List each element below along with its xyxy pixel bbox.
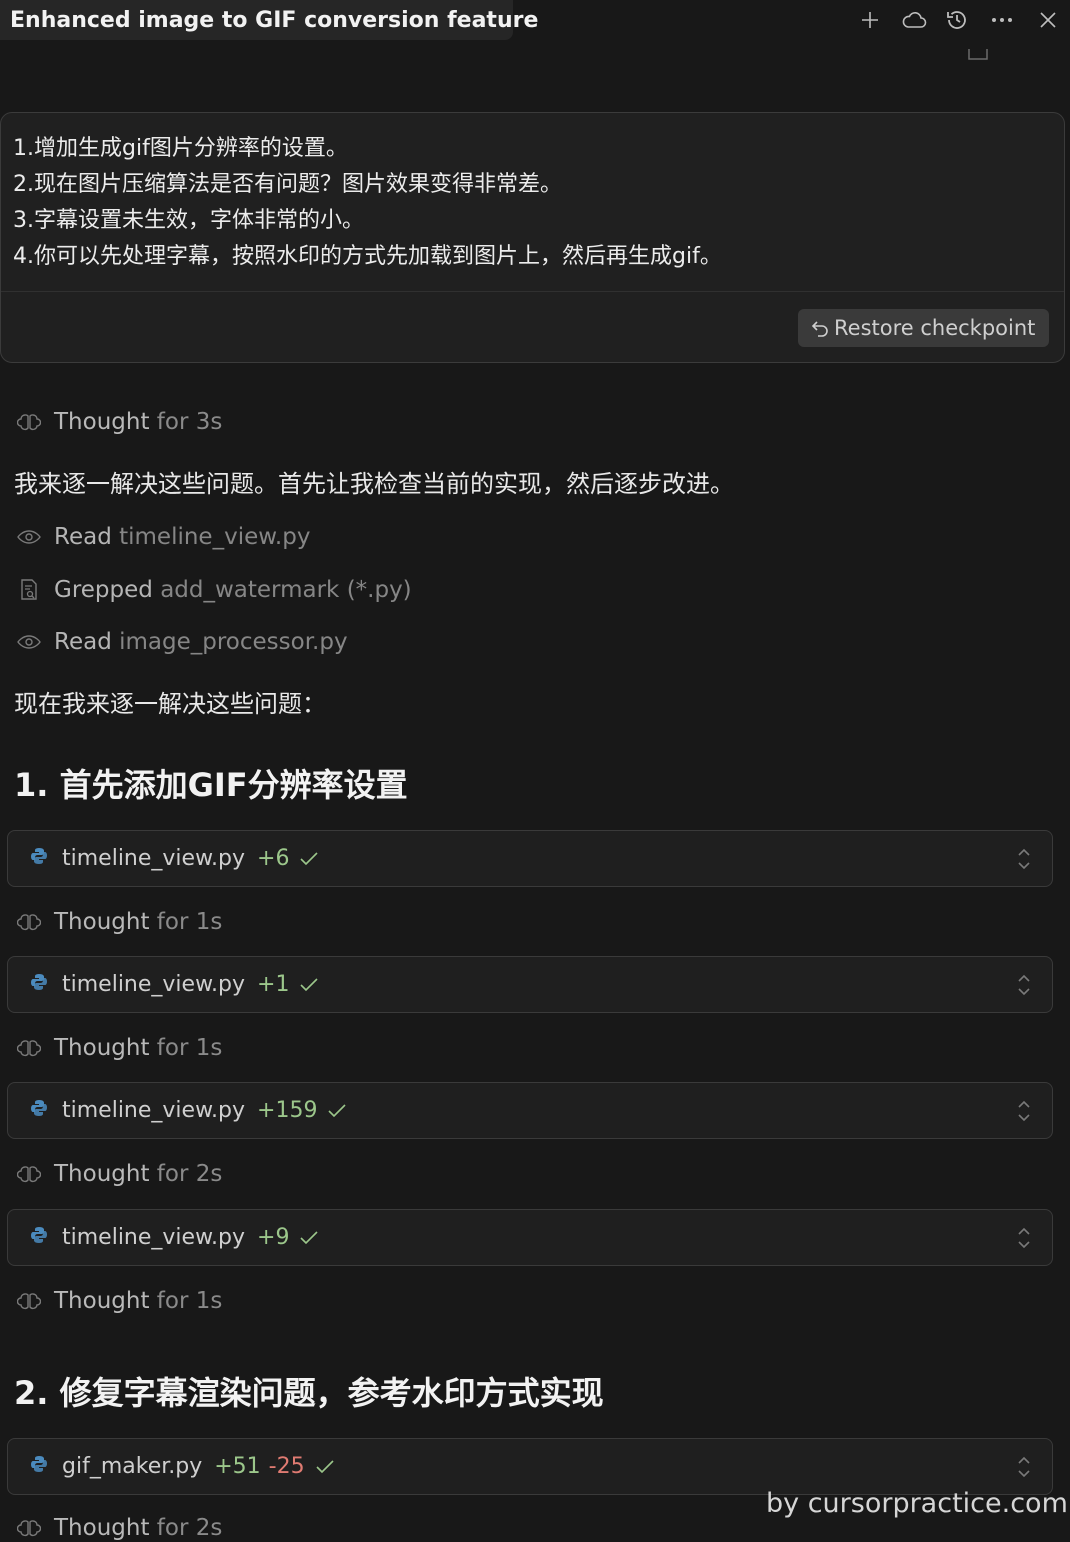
history-icon[interactable] [941,4,973,36]
chat-tab-title[interactable]: Enhanced image to GIF conversion feature [0,0,538,40]
plus-icon[interactable] [854,4,886,36]
divider [1,291,1064,292]
expand-icon[interactable] [1014,846,1034,872]
check-icon [327,1103,347,1119]
thought-duration: for 1s [156,1288,223,1314]
thought-label: Thought [54,1515,150,1541]
file-name: timeline_view.py [62,1098,246,1123]
assistant-text: 我来逐一解决这些问题。首先让我检查当前的实现，然后逐步改进。 [14,470,734,498]
thought-item[interactable]: Thought for 1s [14,1034,222,1062]
python-file-icon [30,972,48,997]
thought-duration: for 1s [156,909,223,935]
tool-call-read[interactable]: Read timeline_view.py [14,523,310,551]
thought-label: Thought [54,409,150,435]
brain-icon [14,908,44,936]
thought-duration: for 1s [156,1035,223,1061]
brain-icon [14,1514,44,1542]
undo-icon [811,321,828,337]
cloud-icon[interactable] [898,4,930,36]
tool-call-read[interactable]: Read image_processor.py [14,628,348,656]
check-icon [299,1230,319,1246]
expand-icon[interactable] [1014,1098,1034,1124]
more-icon[interactable] [986,4,1018,36]
user-message-line: 1.增加生成gif图片分辨率的设置。 [13,136,348,161]
thought-item[interactable]: Thought for 3s [14,408,222,436]
thought-item[interactable]: Thought for 2s [14,1160,222,1188]
file-edit-card[interactable]: timeline_view.py +6 [7,830,1053,887]
file-name: timeline_view.py [62,972,246,997]
restore-checkpoint-button[interactable]: Restore checkpoint [798,309,1049,347]
thought-duration: for 3s [156,409,223,435]
watermark: by cursorpractice.com [766,1488,1068,1519]
user-message-line: 4.你可以先处理字幕，按照水印的方式先加载到图片上，然后再生成gif。 [13,244,722,269]
lines-added: +51 [214,1454,261,1479]
eye-icon [14,628,44,656]
title-bar: Enhanced image to GIF conversion feature [0,0,1070,42]
lines-removed: -25 [268,1454,305,1479]
python-file-icon [30,1098,48,1123]
file-name: timeline_view.py [62,846,246,871]
thought-duration: for 2s [156,1161,223,1187]
user-message-line: 2.现在图片压缩算法是否有问题？图片效果变得非常差。 [13,172,562,197]
python-file-icon [30,1225,48,1250]
tool-target: add_watermark (*.py) [160,577,412,603]
python-file-icon [30,1454,48,1479]
grep-icon [14,576,44,604]
assistant-text: 现在我来逐一解决这些问题： [14,690,326,718]
user-message-line: 3.字幕设置未生效，字体非常的小。 [13,208,364,233]
expand-icon[interactable] [1014,1225,1034,1251]
thought-duration: for 2s [156,1515,223,1541]
expand-icon[interactable] [1014,972,1034,998]
brain-icon [14,1034,44,1062]
tool-target: image_processor.py [119,629,348,655]
tool-call-grep[interactable]: Grepped add_watermark (*.py) [14,576,412,604]
tool-action: Read [54,629,112,655]
user-message[interactable]: 1.增加生成gif图片分辨率的设置。 2.现在图片压缩算法是否有问题？图片效果变… [0,112,1065,363]
python-file-icon [30,846,48,871]
check-icon [299,977,319,993]
restore-checkpoint-label: Restore checkpoint [834,316,1036,340]
file-edit-card[interactable]: timeline_view.py +9 [7,1209,1053,1266]
scroll-indicator-icon [968,46,988,60]
thought-item[interactable]: Thought for 1s [14,908,222,936]
file-name: gif_maker.py [62,1454,203,1479]
file-edit-card[interactable]: timeline_view.py +159 [7,1082,1053,1139]
file-edit-card[interactable]: timeline_view.py +1 [7,956,1053,1013]
thought-label: Thought [54,909,150,935]
brain-icon [14,1160,44,1188]
eye-icon [14,523,44,551]
user-message-text: 1.增加生成gif图片分辨率的设置。 2.现在图片压缩算法是否有问题？图片效果变… [13,131,722,275]
file-name: timeline_view.py [62,1225,246,1250]
tool-target: timeline_view.py [119,524,311,550]
check-icon [315,1459,335,1475]
check-icon [299,851,319,867]
thought-label: Thought [54,1288,150,1314]
lines-added: +1 [257,972,290,997]
section-heading: 2. 修复字幕渲染问题，参考水印方式实现 [14,1374,604,1412]
thought-item[interactable]: Thought for 1s [14,1287,222,1315]
brain-icon [14,408,44,436]
lines-added: +159 [257,1098,318,1123]
lines-added: +9 [257,1225,290,1250]
section-heading: 1. 首先添加GIF分辨率设置 [14,766,408,804]
lines-added: +6 [257,846,290,871]
tool-action: Read [54,524,112,550]
file-edit-card[interactable]: gif_maker.py +51 -25 [7,1438,1053,1495]
thought-item[interactable]: Thought for 2s [14,1514,222,1542]
brain-icon [14,1287,44,1315]
close-icon[interactable] [1032,4,1064,36]
tool-action: Grepped [54,577,153,603]
expand-icon[interactable] [1014,1454,1034,1480]
thought-label: Thought [54,1161,150,1187]
thought-label: Thought [54,1035,150,1061]
